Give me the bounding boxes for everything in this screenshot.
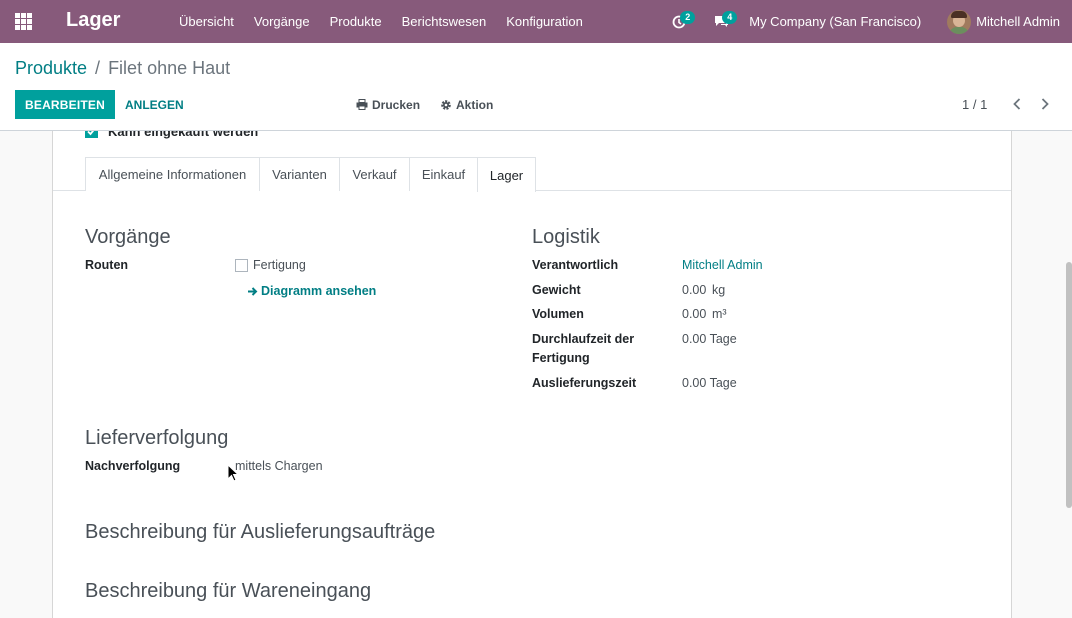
gear-icon — [441, 99, 451, 110]
mfg-lead-label-line1: Durchlaufzeit der — [532, 332, 635, 346]
menu-item-overview[interactable]: Übersicht — [169, 0, 244, 43]
logistics-title: Logistik — [532, 226, 600, 248]
print-icon — [356, 99, 368, 110]
action-dropdown[interactable]: Aktion — [440, 90, 493, 119]
purchase-ok-checkbox[interactable] — [85, 131, 98, 138]
tab-purchase[interactable]: Einkauf — [409, 157, 478, 191]
route-manufacture-checkbox[interactable] — [235, 259, 248, 272]
responsible-label: Verantwortlich — [532, 258, 619, 272]
activity-menu[interactable]: 2 — [665, 0, 696, 43]
breadcrumb: Produkte / Filet ohne Haut — [15, 58, 230, 79]
print-dropdown[interactable]: Drucken — [356, 90, 420, 119]
delivery-description-title: Beschreibung für Auslieferungsaufträge — [85, 521, 436, 543]
message-count-badge: 4 — [722, 11, 738, 24]
delivery-lead-value: 0.00 Tage — [682, 376, 737, 390]
company-switcher[interactable]: My Company (San Francisco) — [749, 14, 921, 29]
routes-label: Routen — [85, 258, 129, 272]
print-label: Drucken — [372, 97, 421, 112]
delivery-lead-label: Auslieferungszeit — [532, 376, 637, 390]
menu-item-operations[interactable]: Vorgänge — [244, 0, 320, 43]
menu-item-configuration[interactable]: Konfiguration — [496, 0, 593, 43]
app-brand[interactable]: Lager — [66, 9, 120, 32]
view-diagram-label: Diagramm ansehen — [261, 284, 377, 298]
tab-inventory[interactable]: Lager — [477, 157, 536, 192]
menu-item-products[interactable]: Produkte — [320, 0, 392, 43]
purchase-ok-row: Kann eingekauft werden — [85, 131, 258, 139]
chevron-left-icon — [1013, 98, 1021, 110]
traceability-title: Lieferverfolgung — [85, 427, 229, 449]
weight-unit: kg — [712, 283, 726, 297]
tab-sales[interactable]: Verkauf — [339, 157, 410, 191]
breadcrumb-current: Filet ohne Haut — [108, 58, 231, 78]
tab-variants[interactable]: Varianten — [259, 157, 340, 191]
action-label: Aktion — [456, 97, 494, 112]
volume-label: Volumen — [532, 307, 584, 321]
operations-title: Vorgänge — [85, 226, 171, 248]
systray: 2 4 My Company (San Francisco) Mitchell … — [665, 0, 1072, 43]
weight-label: Gewicht — [532, 283, 581, 297]
main-menu: Übersicht Vorgänge Produkte Berichtswese… — [169, 0, 593, 43]
pager-previous-button[interactable] — [1009, 96, 1025, 112]
checkbox-icon — [87, 131, 95, 136]
top-navbar: Lager Übersicht Vorgänge Produkte Berich… — [0, 0, 1072, 43]
avatar — [947, 9, 972, 34]
user-name: Mitchell Admin — [976, 14, 1060, 29]
apps-menu-icon[interactable] — [15, 13, 32, 30]
menu-item-reporting[interactable]: Berichtswesen — [392, 0, 497, 43]
create-button[interactable]: ANLEGEN — [117, 90, 192, 119]
arrow-right-icon — [248, 286, 258, 296]
user-menu[interactable]: Mitchell Admin — [947, 9, 1060, 34]
messaging-menu[interactable]: 4 — [707, 0, 738, 43]
pager-next-button[interactable] — [1037, 96, 1053, 112]
weight-value: 0.00 — [682, 283, 707, 297]
breadcrumb-separator: / — [95, 58, 101, 78]
activity-count-badge: 2 — [680, 11, 696, 24]
volume-value: 0.00 — [682, 307, 707, 321]
receipt-description-title: Beschreibung für Wareneingang — [85, 580, 372, 602]
view-diagram-link[interactable]: Diagramm ansehen — [247, 284, 376, 298]
purchase-ok-label: Kann eingekauft werden — [108, 131, 259, 139]
mouse-cursor-icon — [227, 464, 239, 482]
chevron-right-icon — [1041, 98, 1049, 110]
edit-button[interactable]: BEARBEITEN — [15, 90, 116, 119]
volume-unit: m³ — [712, 307, 727, 321]
mfg-lead-value: 0.00 Tage — [682, 332, 737, 346]
route-manufacture-label: Fertigung — [253, 258, 306, 272]
responsible-value[interactable]: Mitchell Admin — [682, 256, 763, 275]
tracking-label: Nachverfolgung — [85, 459, 181, 473]
breadcrumb-products-link[interactable]: Produkte — [15, 58, 87, 79]
page-scrollbar[interactable] — [1066, 262, 1072, 508]
control-panel: Produkte / Filet ohne Haut BEARBEITEN AN… — [0, 43, 1072, 131]
notebook-tabs: Allgemeine Informationen Varianten Verka… — [53, 157, 1011, 192]
pager-value[interactable]: 1 / 1 — [962, 90, 987, 119]
mfg-lead-label-line2: Fertigung — [532, 351, 590, 365]
tracking-value[interactable]: mittels Chargen — [235, 457, 323, 476]
form-sheet: Kann eingekauft werden Allgemeine Inform… — [52, 131, 1012, 618]
tab-general-information[interactable]: Allgemeine Informationen — [85, 157, 260, 191]
